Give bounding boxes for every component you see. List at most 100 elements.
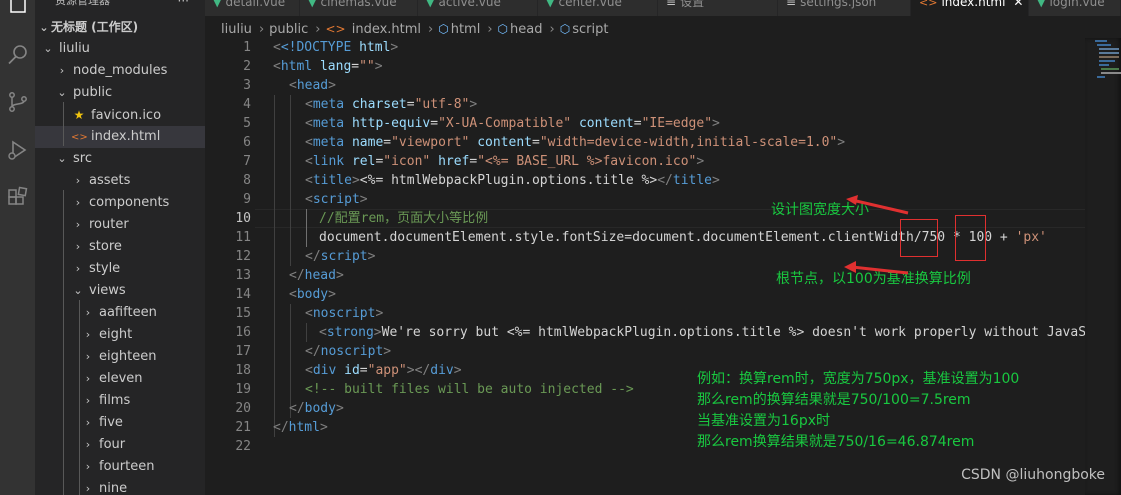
chevron-down-icon: ⌄ [57, 152, 67, 165]
code-line-6: <meta name="viewport" content="width=dev… [305, 135, 846, 150]
extensions-icon[interactable] [0, 178, 35, 218]
annotation-example-2: 那么rem的换算结果就是750/100=7.5rem [697, 392, 971, 408]
tree-item-label: films [99, 393, 131, 408]
code-line-4: <meta charset="utf-8"> [305, 97, 478, 112]
tree-folder[interactable]: › films [35, 390, 205, 412]
chevron-down-icon: ⌄ [39, 21, 49, 34]
tab-active-vue[interactable]: ▼ active.vue [418, 0, 538, 16]
chevron-down-icon: ⌄ [43, 42, 53, 55]
tree-item-label: eleven [99, 371, 143, 386]
tab-detail-vue[interactable]: ▼ detail.vue [205, 0, 300, 16]
html-icon: <> [71, 132, 88, 143]
chevron-right-icon: › [75, 240, 81, 253]
close-icon[interactable]: ✕ [1013, 0, 1023, 9]
line-number: 1 [243, 40, 251, 55]
tab-index-html[interactable]: <> index.html ✕ [911, 0, 1029, 16]
chevron-right-icon: › [85, 482, 91, 495]
breadcrumb-item[interactable]: public [269, 22, 308, 37]
tab-center-vue[interactable]: ▼ center.vue [538, 0, 658, 16]
explorer-sidebar: 资源管理器 ··· ⌄ 无标题 (工作区) ⌄ liuliu › node_module… [35, 0, 205, 495]
vue-icon: ▼ [308, 0, 317, 9]
tree-folder[interactable]: › components [35, 192, 205, 214]
more-actions-icon[interactable]: ··· [178, 0, 189, 8]
chevron-right-icon: › [85, 394, 91, 407]
indent-guide [306, 323, 307, 342]
source-control-icon[interactable] [0, 82, 35, 122]
tree-folder[interactable]: › store [35, 236, 205, 258]
tree-item-label: aafifteen [99, 305, 157, 320]
tree-item-label: liuliu [59, 41, 90, 56]
tree-folder[interactable]: › node_modules [35, 60, 205, 82]
line-number: 13 [235, 268, 251, 283]
breadcrumb-item[interactable]: script [572, 22, 608, 37]
json-icon: ≡ [786, 0, 797, 9]
tree-file[interactable]: <> index.html [35, 126, 205, 148]
arrow-icon [846, 195, 909, 215]
tree-folder[interactable]: › nine [35, 478, 205, 495]
tree-item-label: assets [89, 173, 131, 188]
tree-folder[interactable]: › fourteen [35, 456, 205, 478]
run-debug-icon[interactable] [0, 130, 35, 170]
tree-folder[interactable]: ⌄ src [35, 148, 205, 170]
tree-folder[interactable]: › aafifteen [35, 302, 205, 324]
html-icon: <> [919, 0, 938, 9]
tree-folder[interactable]: › four [35, 434, 205, 456]
tree-folder[interactable]: › eighteen [35, 346, 205, 368]
code-line-1: <<!DOCTYPE html> [273, 40, 399, 55]
breadcrumb-item[interactable]: html [451, 22, 481, 37]
code-line-7: <link rel="icon" href="<%= BASE_URL %>fa… [305, 154, 705, 169]
tree-folder[interactable]: › style [35, 258, 205, 280]
breadcrumb-item[interactable]: liuliu [221, 22, 252, 37]
workspace-root[interactable]: ⌄ 无标题 (工作区) [35, 16, 205, 38]
breadcrumb: liuliu › public › <> index.html › ⬡ html › ⬡ head ›… [205, 18, 1121, 40]
annotation-arrows [844, 195, 909, 275]
code-line-2: <html lang=""> [273, 59, 383, 74]
tree-folder[interactable]: › assets [35, 170, 205, 192]
tab-settings[interactable]: ≡ 设置 [658, 0, 778, 16]
tree-folder[interactable]: › router [35, 214, 205, 236]
line-number: 18 [235, 363, 251, 378]
search-icon[interactable] [0, 34, 35, 74]
line-number: 9 [243, 192, 251, 207]
code-line-12: </script> [305, 249, 376, 264]
tab-login-vue[interactable]: ▼ login.vue [1029, 0, 1121, 16]
tree-item-label: eighteen [99, 349, 157, 364]
tree-item-label: store [89, 239, 122, 254]
tree-folder[interactable]: ⌄ views [35, 280, 205, 302]
line-number: 4 [243, 97, 251, 112]
tab-settings-json[interactable]: ≡ settings.json [778, 0, 911, 16]
tree-folder[interactable]: ⌄ liuliu [35, 38, 205, 60]
tab-cinemas-vue[interactable]: ▼ cinemas.vue [300, 0, 418, 16]
tree-folder[interactable]: ⌄ public [35, 82, 205, 104]
breadcrumb-item[interactable]: head [510, 22, 542, 37]
indent-guide [274, 95, 275, 437]
vue-icon: ▼ [426, 0, 435, 9]
code-line-9: <script> [305, 192, 368, 207]
tree-guide [63, 102, 64, 146]
tree-folder[interactable]: › five [35, 412, 205, 434]
minimap[interactable] [1085, 38, 1121, 495]
chevron-right-icon: › [75, 174, 81, 187]
element-icon: ⬡ [438, 22, 449, 36]
tree-file[interactable]: ★ favicon.ico [35, 104, 205, 126]
line-number: 20 [235, 401, 251, 416]
tree-item-label: src [73, 151, 92, 166]
tree-item-label: style [89, 261, 121, 276]
tree-folder[interactable]: › eleven [35, 368, 205, 390]
chevron-right-icon: › [85, 460, 91, 473]
tree-item-label: views [89, 283, 126, 298]
star-icon: ★ [73, 108, 85, 122]
tree-item-label: index.html [91, 129, 161, 144]
code-line-19: <!-- built files will be auto injected -… [305, 382, 634, 397]
tree-guide [63, 190, 64, 495]
breadcrumb-item[interactable]: index.html [352, 22, 421, 37]
indent-guide [290, 95, 291, 266]
code-editor[interactable]: <<!DOCTYPE html> <html lang=""> <head> <… [255, 38, 1085, 495]
code-line-20: </body> [289, 401, 344, 416]
tree-folder[interactable]: › eight [35, 324, 205, 346]
line-number: 11 [235, 230, 251, 245]
element-icon: ⬡ [559, 22, 571, 36]
vue-icon: ▼ [546, 0, 555, 9]
line-number: 12 [235, 249, 251, 264]
files-icon[interactable] [0, 0, 35, 22]
